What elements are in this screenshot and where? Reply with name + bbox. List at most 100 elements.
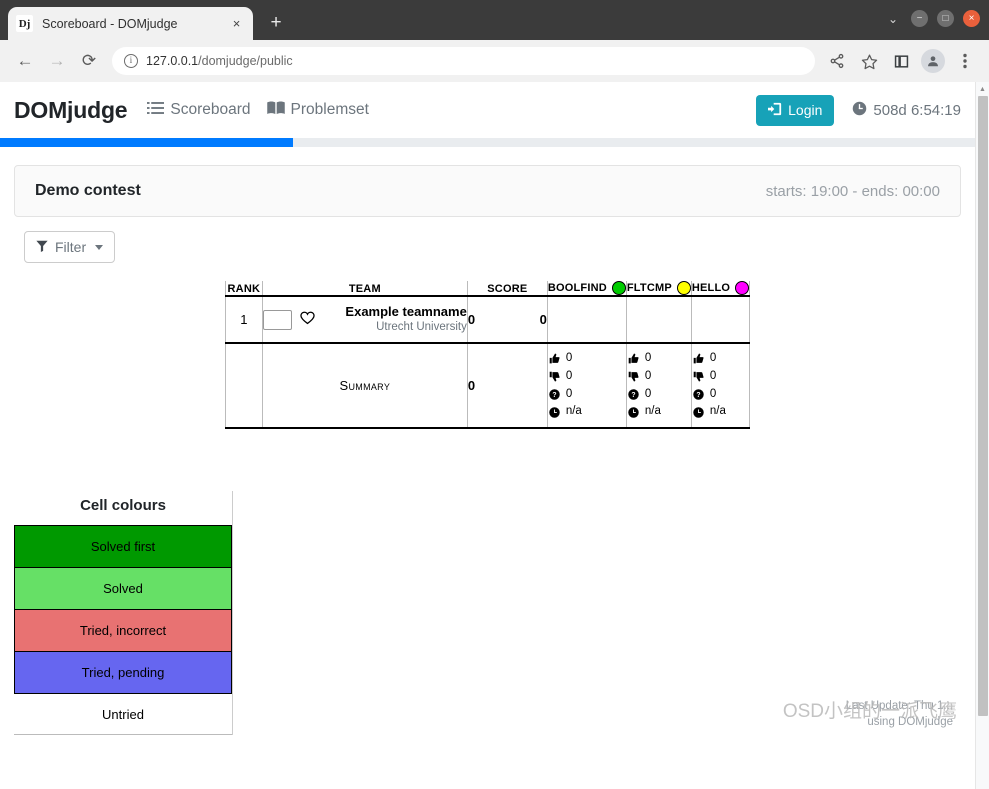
summary-incorrect: 0: [627, 368, 691, 386]
browser-tab[interactable]: Dj Scoreboard - DOMjudge ×: [8, 7, 253, 40]
thumbs-down-icon: [627, 371, 640, 382]
thumbs-up-icon: [627, 353, 640, 364]
column-header-problem-boolfind[interactable]: BOOLFIND: [547, 281, 626, 296]
contest-times: starts: 19:00 - ends: 00:00: [766, 183, 940, 200]
brand-title[interactable]: DOMjudge: [14, 97, 127, 124]
profile-avatar-icon[interactable]: [919, 47, 947, 75]
reload-icon[interactable]: ⟳: [74, 46, 104, 76]
footer-credit: using DOMjudge: [846, 714, 953, 731]
scroll-up-arrow-icon[interactable]: ▲: [976, 82, 989, 96]
team-name: Example teamname: [323, 304, 467, 320]
thumbs-down-icon: [548, 371, 561, 382]
team-solved-count: 0: [468, 312, 475, 327]
bookmark-star-icon[interactable]: [855, 47, 883, 75]
clock-icon: [692, 407, 705, 418]
filter-button[interactable]: Filter: [24, 231, 115, 263]
summary-correct-value: 0: [645, 350, 651, 368]
question-circle-icon: ?: [548, 389, 561, 400]
nav-item-problemset-label: Problemset: [291, 101, 369, 119]
scrollbar-thumb[interactable]: [978, 96, 988, 716]
problem-colour-dot: [677, 281, 691, 295]
team-problem-cell-hello[interactable]: [691, 296, 749, 343]
nav-item-problemset[interactable]: Problemset: [267, 101, 369, 120]
maximize-button[interactable]: □: [937, 10, 954, 27]
column-header-score: SCORE: [467, 281, 547, 296]
list-icon: [147, 101, 164, 120]
back-icon[interactable]: ←: [10, 46, 40, 76]
chevron-down-icon: [95, 245, 103, 250]
contest-clock: 508d 6:54:19: [852, 101, 961, 120]
team-problem-cell-boolfind[interactable]: [547, 296, 626, 343]
table-row[interactable]: 1: [225, 296, 749, 343]
thumbs-up-icon: [548, 353, 561, 364]
forward-icon[interactable]: →: [42, 46, 72, 76]
legend-row-untried: Untried: [14, 693, 232, 735]
summary-incorrect-value: 0: [645, 368, 651, 386]
summary-first-solve: n/a: [692, 403, 749, 421]
site-info-icon[interactable]: i: [124, 54, 138, 68]
close-tab-icon[interactable]: ×: [228, 15, 245, 32]
address-bar-url: 127.0.0.1/domjudge/public: [146, 54, 293, 68]
column-header-problem-hello[interactable]: HELLO: [691, 281, 749, 296]
minimize-button[interactable]: −: [911, 10, 928, 27]
problem-label: FLTCMP: [627, 282, 672, 294]
summary-pending-value: 0: [710, 386, 716, 404]
summary-pending: ? 0: [548, 386, 626, 404]
scoreboard-table: RANK TEAM SCORE BOOLFIND: [225, 281, 750, 429]
summary-problem-hello: 0 0 ?: [691, 343, 749, 428]
summary-label: Summary: [262, 343, 467, 428]
problem-label: HELLO: [692, 282, 730, 294]
clock-icon: [852, 101, 867, 120]
team-problem-cell-fltcmp[interactable]: [626, 296, 691, 343]
browser-titlebar: Dj Scoreboard - DOMjudge × + ⌄ − □ ×: [0, 0, 989, 40]
summary-incorrect: 0: [692, 368, 749, 386]
summary-row: Summary 0 0: [225, 343, 749, 428]
clock-icon: [627, 407, 640, 418]
problem-colour-dot: [612, 281, 626, 295]
book-icon: [267, 101, 285, 120]
contest-progress-fill: [0, 138, 293, 147]
summary-correct: 0: [548, 350, 626, 368]
legend-row-solved-first: Solved first: [14, 525, 232, 567]
close-window-button[interactable]: ×: [963, 10, 980, 27]
share-icon[interactable]: [823, 47, 851, 75]
column-header-team: TEAM: [262, 281, 467, 296]
svg-text:?: ?: [552, 392, 556, 399]
summary-pending: ? 0: [627, 386, 691, 404]
footer-last-update: Last Update: Thu 1...: [846, 698, 953, 715]
nav-item-scoreboard[interactable]: Scoreboard: [147, 101, 250, 120]
summary-problem-fltcmp: 0 0 ?: [626, 343, 691, 428]
thumbs-up-icon: [692, 353, 705, 364]
summary-first-solve: n/a: [627, 403, 691, 421]
browser-window: Dj Scoreboard - DOMjudge × + ⌄ − □ × ← →…: [0, 0, 989, 789]
summary-correct-value: 0: [710, 350, 716, 368]
url-path: /domjudge/public: [198, 54, 293, 68]
summary-first-solve-value: n/a: [710, 403, 726, 421]
summary-incorrect-value: 0: [566, 368, 572, 386]
domjudge-page: DOMjudge Scoreboard: [0, 82, 975, 735]
more-menu-icon[interactable]: [951, 47, 979, 75]
problem-colour-dot: [735, 281, 749, 295]
team-score-cell: 0 0: [467, 296, 547, 343]
contest-progress-bar: [0, 138, 975, 147]
page-scrollbar[interactable]: ▲: [975, 82, 989, 789]
side-panel-icon[interactable]: [887, 47, 915, 75]
problem-label: BOOLFIND: [548, 282, 607, 294]
login-button[interactable]: Login: [756, 95, 834, 126]
summary-correct-value: 0: [566, 350, 572, 368]
contest-clock-label: 508d 6:54:19: [873, 102, 961, 119]
new-tab-button[interactable]: +: [262, 9, 290, 37]
chevron-down-icon[interactable]: ⌄: [888, 12, 898, 26]
netherlands-flag-icon: [263, 310, 292, 330]
tab-title: Scoreboard - DOMjudge: [42, 17, 228, 31]
cell-colours-legend: Cell colours Solved first Solved Tried, …: [14, 491, 233, 735]
summary-incorrect-value: 0: [710, 368, 716, 386]
heart-outline-icon[interactable]: [300, 311, 315, 328]
address-bar[interactable]: i 127.0.0.1/domjudge/public: [112, 47, 815, 75]
nav-item-scoreboard-label: Scoreboard: [170, 101, 250, 119]
favicon: Dj: [16, 15, 33, 32]
scoreboard-body: 1: [225, 296, 749, 428]
funnel-icon: [36, 239, 48, 255]
browser-toolbar: ← → ⟳ i 127.0.0.1/domjudge/public: [0, 40, 989, 82]
column-header-problem-fltcmp[interactable]: FLTCMP: [626, 281, 691, 296]
